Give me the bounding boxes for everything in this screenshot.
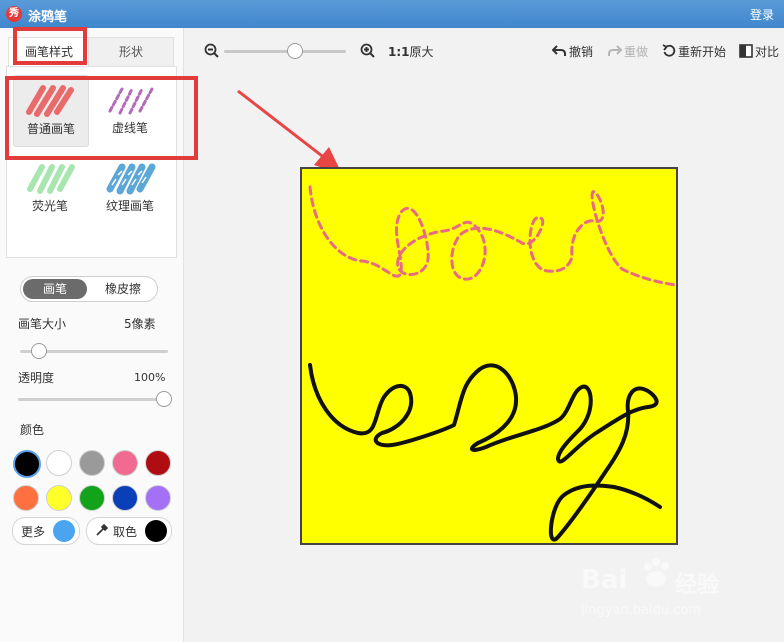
zoom-out-icon[interactable] bbox=[204, 43, 220, 59]
drawing-canvas[interactable] bbox=[300, 167, 678, 545]
opacity-slider[interactable] bbox=[18, 398, 166, 401]
watermark-brand: Bai bbox=[581, 565, 628, 595]
opacity-slider-handle[interactable] bbox=[156, 391, 172, 407]
zoom-in-icon[interactable] bbox=[360, 43, 376, 59]
watermark-url: jingyan.baidu.com bbox=[581, 603, 701, 618]
login-link[interactable]: 登录 bbox=[750, 6, 774, 23]
zoom-original-label: 原大 bbox=[409, 45, 434, 59]
color-swatch[interactable] bbox=[112, 485, 138, 511]
color-swatch[interactable] bbox=[46, 450, 72, 476]
canvas-drawing bbox=[308, 185, 676, 542]
redo-icon bbox=[608, 45, 622, 56]
more-colors-label: 更多 bbox=[21, 525, 46, 539]
color-swatch[interactable] bbox=[13, 450, 41, 478]
zoom-ratio-label: 1:1 bbox=[388, 45, 410, 59]
brush-size-value: 5像素 bbox=[124, 317, 156, 331]
watermark-brand-cn: 经验 bbox=[675, 573, 720, 598]
color-picker-button[interactable]: 取色 bbox=[86, 517, 172, 545]
brush-texture-label: 纹理画笔 bbox=[105, 199, 154, 213]
restart-button[interactable]: 重新开始 bbox=[678, 43, 726, 60]
color-swatch[interactable] bbox=[13, 485, 39, 511]
brush-texture[interactable]: 纹理画笔 bbox=[93, 153, 167, 223]
compare-icon bbox=[739, 44, 753, 58]
more-colors-button[interactable]: 更多 bbox=[12, 517, 80, 545]
zoom-ratio[interactable]: 1:1原大 bbox=[388, 43, 434, 60]
zoom-slider[interactable] bbox=[224, 50, 346, 53]
highlight-box-tab bbox=[13, 27, 87, 65]
app-title: 涂鸦笔 bbox=[28, 10, 68, 25]
redo-button[interactable]: 重做 bbox=[624, 43, 648, 60]
title-bar: 秀 涂鸦笔 登录 bbox=[0, 0, 784, 28]
undo-button[interactable]: 撤销 bbox=[569, 43, 593, 60]
color-swatch[interactable] bbox=[112, 450, 138, 476]
app-logo-icon: 秀 bbox=[6, 6, 22, 22]
brush-highlighter-label: 荧光笔 bbox=[31, 199, 68, 213]
color-label: 颜色 bbox=[20, 423, 45, 437]
baidu-watermark: Bai 经验 jingyan.baidu.com bbox=[575, 555, 755, 625]
eraser-mode-button[interactable]: 橡皮擦 bbox=[91, 279, 155, 299]
color-swatch[interactable] bbox=[46, 485, 72, 511]
highlight-box-brush bbox=[5, 76, 198, 160]
annotation-arrow bbox=[237, 89, 342, 174]
brush-size-slider-handle[interactable] bbox=[30, 343, 47, 359]
opacity-value: 100% bbox=[134, 371, 166, 384]
highlighter-brush-icon bbox=[27, 164, 75, 194]
compare-button[interactable]: 对比 bbox=[755, 43, 779, 60]
eyedropper-icon bbox=[96, 523, 109, 536]
restart-icon bbox=[662, 44, 676, 57]
opacity-label: 透明度 bbox=[18, 371, 55, 385]
color-swatch[interactable] bbox=[145, 485, 171, 511]
zoom-slider-handle[interactable] bbox=[287, 43, 303, 59]
tab-shape[interactable]: 形状 bbox=[88, 37, 174, 67]
paw-logo-icon bbox=[644, 558, 669, 587]
color-swatch[interactable] bbox=[145, 450, 171, 476]
brush-highlighter[interactable]: 荧光笔 bbox=[13, 153, 87, 223]
brush-size-label: 画笔大小 bbox=[18, 317, 67, 331]
mode-switch: 画笔 橡皮擦 bbox=[20, 276, 158, 302]
color-swatch[interactable] bbox=[79, 450, 105, 476]
color-picker-label: 取色 bbox=[113, 525, 138, 539]
texture-brush-icon bbox=[106, 163, 156, 195]
undo-icon bbox=[552, 45, 566, 56]
brush-mode-button[interactable]: 画笔 bbox=[23, 279, 87, 299]
left-panel: 画笔样式 形状 普通画笔 虚线笔 荧光笔 纹理画笔 画笔 橡皮擦 画笔大小 5像… bbox=[0, 27, 198, 642]
color-swatch[interactable] bbox=[79, 485, 105, 511]
top-toolbar: 1:1原大 撤销 重做 重新开始 对比 bbox=[184, 28, 784, 74]
picked-color-swatch bbox=[145, 520, 167, 542]
more-colors-swatch bbox=[53, 520, 75, 542]
